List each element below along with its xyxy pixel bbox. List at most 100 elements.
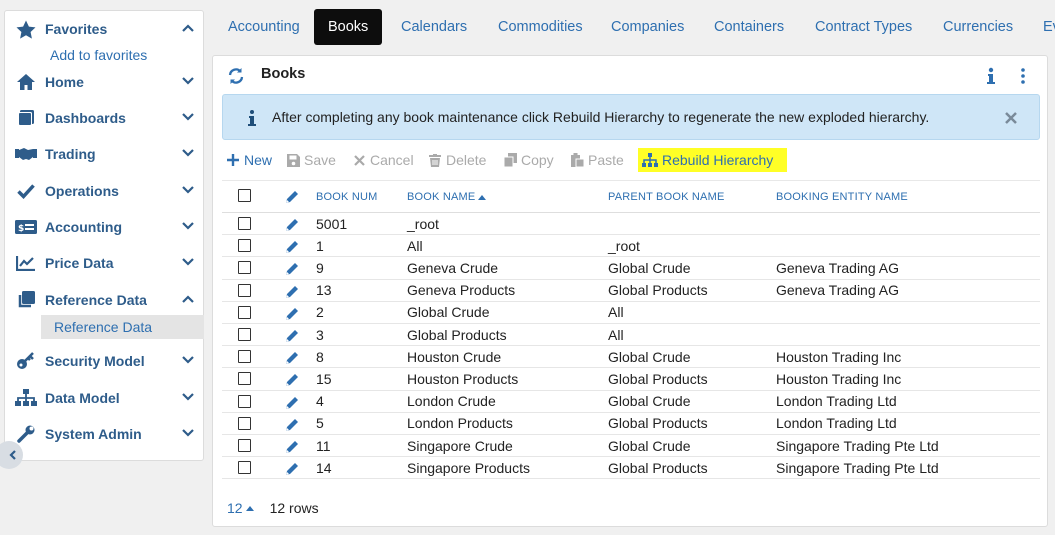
sidebar-item-home[interactable]: Home — [5, 69, 203, 95]
clone-icon — [15, 290, 37, 310]
kebab-menu-icon[interactable] — [1019, 67, 1027, 85]
tab-overflow[interactable]: Ev — [1043, 9, 1055, 45]
table-row[interactable]: 9 Geneva Crude Global Crude Geneva Trading … — [222, 257, 1040, 280]
row-checkbox[interactable] — [238, 217, 251, 230]
row-checkbox[interactable] — [238, 328, 251, 341]
copy-button[interactable]: Copy — [503, 150, 554, 170]
cell-book-num: 3 — [316, 326, 324, 343]
table-row[interactable]: 4 London Crude Global Crude London Trading … — [222, 391, 1040, 413]
tab-calendars[interactable]: Calendars — [401, 9, 467, 45]
table-row[interactable]: 11 Singapore Crude Global Crude Singapore T… — [222, 435, 1040, 458]
row-checkbox[interactable] — [238, 239, 251, 253]
table-row[interactable]: 15 Houston Products Global Products Houston… — [222, 368, 1040, 391]
sidebar-sub-add-to-favorites[interactable]: Add to favorites — [37, 43, 203, 67]
refresh-icon[interactable] — [227, 67, 245, 85]
edit-pencil-icon[interactable] — [285, 329, 299, 343]
sidebar-item-favorites[interactable]: Favorites — [5, 16, 203, 42]
edit-pencil-icon[interactable] — [285, 262, 299, 276]
table-row[interactable]: 5001 _root — [222, 213, 1040, 236]
edit-pencil-icon[interactable] — [285, 307, 299, 321]
cancel-button[interactable]: Cancel — [352, 150, 414, 170]
edit-pencil-icon[interactable] — [285, 440, 299, 454]
sidebar-sub-reference-data[interactable]: Reference Data — [41, 315, 204, 339]
row-count: 12 rows — [269, 500, 319, 516]
cell-parent-book-name: Global Crude — [608, 437, 691, 454]
save-button[interactable]: Save — [286, 150, 336, 170]
table-row[interactable]: 13 Geneva Products Global Products Geneva T… — [222, 280, 1040, 302]
sidebar-item-price-data[interactable]: Price Data — [5, 250, 203, 276]
sidebar-item-system-admin[interactable]: System Admin — [5, 421, 203, 447]
tab-containers[interactable]: Containers — [714, 9, 784, 45]
row-checkbox[interactable] — [238, 305, 251, 319]
cell-book-num: 5 — [316, 415, 324, 432]
sidebar-item-reference-data[interactable]: Reference Data — [5, 287, 203, 313]
row-checkbox[interactable] — [238, 261, 251, 275]
sidebar-item-data-model[interactable]: Data Model — [5, 385, 203, 411]
edit-pencil-icon[interactable] — [285, 396, 299, 410]
tab-companies[interactable]: Companies — [611, 9, 684, 45]
plus-icon — [226, 153, 240, 167]
column-header-book-num[interactable]: BOOK NUM — [316, 181, 378, 212]
page-size-selector[interactable]: 12 — [227, 500, 254, 516]
table-row[interactable]: 1 All _root — [222, 235, 1040, 258]
delete-button[interactable]: Delete — [428, 150, 486, 170]
row-checkbox[interactable] — [238, 372, 251, 386]
edit-pencil-icon[interactable] — [285, 351, 299, 365]
edit-pencil-icon[interactable] — [285, 373, 299, 387]
edit-pencil-icon[interactable] — [285, 240, 299, 254]
tab-contract-types[interactable]: Contract Types — [815, 9, 912, 45]
cell-booking-entity-name: Geneva Trading AG — [776, 259, 899, 276]
paste-button[interactable]: Paste — [570, 150, 624, 170]
edit-pencil-icon[interactable] — [285, 218, 299, 232]
delete-label: Delete — [446, 152, 487, 168]
row-checkbox[interactable] — [238, 283, 251, 297]
dashboard-icon — [15, 108, 37, 128]
tab-currencies[interactable]: Currencies — [943, 9, 1013, 45]
column-header-parent-book-name[interactable]: PARENT BOOK NAME — [608, 181, 724, 212]
cell-parent-book-name: Global Products — [608, 415, 708, 432]
edit-pencil-icon[interactable] — [285, 285, 299, 299]
table-row[interactable]: 3 Global Products All — [222, 324, 1040, 347]
cell-parent-book-name: Global Products — [608, 459, 708, 476]
sidebar-item-accounting[interactable]: $ Accounting — [5, 214, 203, 240]
row-checkbox[interactable] — [238, 350, 251, 364]
row-checkbox[interactable] — [238, 461, 251, 475]
cell-book-num: 11 — [316, 437, 331, 454]
info-icon[interactable] — [985, 67, 997, 85]
row-checkbox[interactable] — [238, 416, 251, 430]
edit-pencil-icon[interactable] — [285, 418, 299, 432]
sidebar-collapse-button[interactable] — [0, 441, 23, 469]
tab-accounting[interactable]: Accounting — [228, 9, 300, 45]
column-header-book-name[interactable]: BOOK NAME — [407, 181, 487, 212]
wrench-icon — [15, 424, 37, 444]
close-icon — [352, 153, 366, 167]
column-header-booking-entity-name[interactable]: BOOKING ENTITY NAME — [776, 181, 908, 212]
table-row[interactable]: 2 Global Crude All — [222, 302, 1040, 324]
sidebar-item-security-model[interactable]: Security Model — [5, 348, 203, 374]
table-row[interactable]: 14 Singapore Products Global Products Singa… — [222, 457, 1040, 480]
chevron-left-icon — [9, 450, 16, 460]
new-button[interactable]: New — [226, 150, 272, 170]
table-row[interactable]: 8 Houston Crude Global Crude Houston Tradin… — [222, 346, 1040, 369]
cell-parent-book-name: Global Crude — [608, 393, 691, 410]
save-label: Save — [304, 152, 336, 168]
cell-booking-entity-name: Singapore Trading Pte Ltd — [776, 437, 939, 454]
table-row[interactable]: 5 London Products Global Products London Tr… — [222, 413, 1040, 435]
rebuild-hierarchy-button[interactable]: Rebuild Hierarchy — [638, 148, 788, 172]
sidebar-item-label: Operations — [45, 183, 119, 199]
row-checkbox[interactable] — [238, 439, 251, 452]
sidebar-item-trading[interactable]: Trading — [5, 141, 203, 167]
cell-parent-book-name: Global Crude — [608, 259, 691, 276]
chevron-down-icon — [182, 113, 194, 121]
close-icon[interactable] — [1004, 111, 1018, 125]
tab-books[interactable]: Books — [314, 9, 383, 45]
sidebar-item-dashboards[interactable]: Dashboards — [5, 105, 203, 131]
clipboard-icon — [570, 153, 584, 167]
edit-pencil-icon[interactable] — [285, 462, 299, 476]
sidebar-item-operations[interactable]: Operations — [5, 178, 203, 204]
row-checkbox[interactable] — [238, 394, 251, 408]
info-icon — [248, 110, 256, 126]
tab-commodities[interactable]: Commodities — [498, 9, 583, 45]
cancel-label: Cancel — [370, 152, 414, 168]
select-all-checkbox[interactable] — [238, 189, 251, 202]
